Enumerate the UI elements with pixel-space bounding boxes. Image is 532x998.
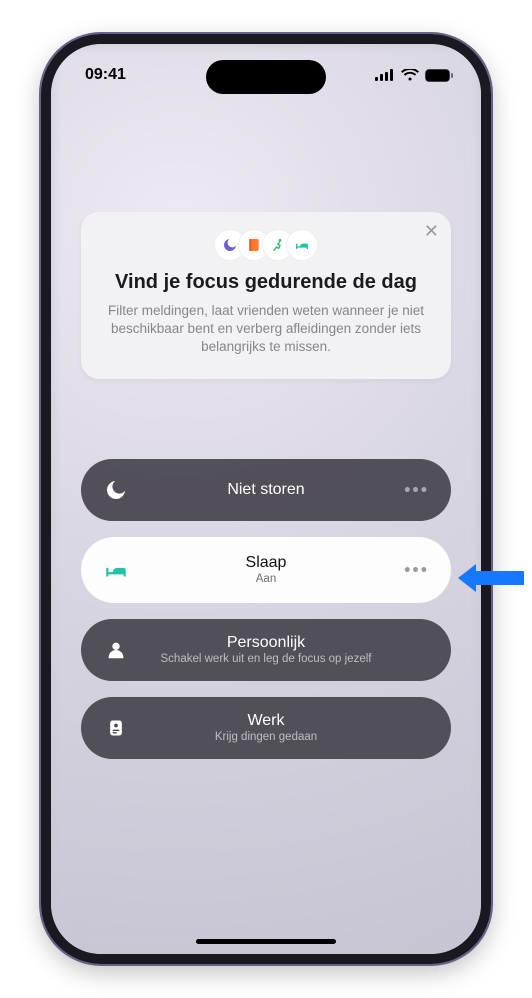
badge-icon bbox=[103, 715, 129, 741]
stage: 09:41 ✕ Vind je focus gedurende de dag F… bbox=[0, 0, 532, 998]
focus-info-card: ✕ Vind je focus gedurende de dag Filter … bbox=[81, 212, 451, 379]
focus-label: Werk bbox=[247, 712, 284, 730]
home-indicator[interactable] bbox=[196, 939, 336, 944]
focus-sub: Krijg dingen gedaan bbox=[215, 731, 317, 744]
screen: 09:41 ✕ Vind je focus gedurende de dag F… bbox=[51, 44, 481, 954]
status-right bbox=[375, 69, 453, 82]
phone-frame: 09:41 ✕ Vind je focus gedurende de dag F… bbox=[41, 34, 491, 964]
focus-list: Niet storen ••• Slaap Aan ••• bbox=[81, 459, 451, 759]
focus-sub: Schakel werk uit en leg de focus op jeze… bbox=[161, 653, 372, 666]
bed-icon bbox=[287, 230, 317, 260]
focus-sleep[interactable]: Slaap Aan ••• bbox=[81, 537, 451, 603]
cellular-icon bbox=[375, 69, 395, 81]
wifi-icon bbox=[401, 69, 419, 81]
person-icon bbox=[103, 637, 129, 663]
focus-personal[interactable]: Persoonlijk Schakel werk uit en leg de f… bbox=[81, 619, 451, 681]
battery-icon bbox=[425, 69, 453, 82]
card-title: Vind je focus gedurende de dag bbox=[103, 270, 429, 294]
focus-label: Niet storen bbox=[227, 481, 304, 499]
status-time: 09:41 bbox=[85, 66, 126, 84]
close-icon[interactable]: ✕ bbox=[424, 222, 439, 240]
more-icon[interactable]: ••• bbox=[404, 560, 429, 581]
dynamic-island bbox=[206, 60, 326, 94]
focus-label: Slaap bbox=[246, 554, 287, 572]
card-body: Filter meldingen, laat vrienden weten wa… bbox=[103, 302, 429, 357]
focus-icon-row bbox=[103, 230, 429, 260]
focus-sub: Aan bbox=[256, 573, 276, 586]
more-icon[interactable]: ••• bbox=[404, 480, 429, 501]
bed-icon bbox=[103, 557, 129, 583]
moon-icon bbox=[103, 477, 129, 503]
focus-work[interactable]: Werk Krijg dingen gedaan bbox=[81, 697, 451, 759]
focus-label: Persoonlijk bbox=[227, 634, 305, 652]
focus-do-not-disturb[interactable]: Niet storen ••• bbox=[81, 459, 451, 521]
